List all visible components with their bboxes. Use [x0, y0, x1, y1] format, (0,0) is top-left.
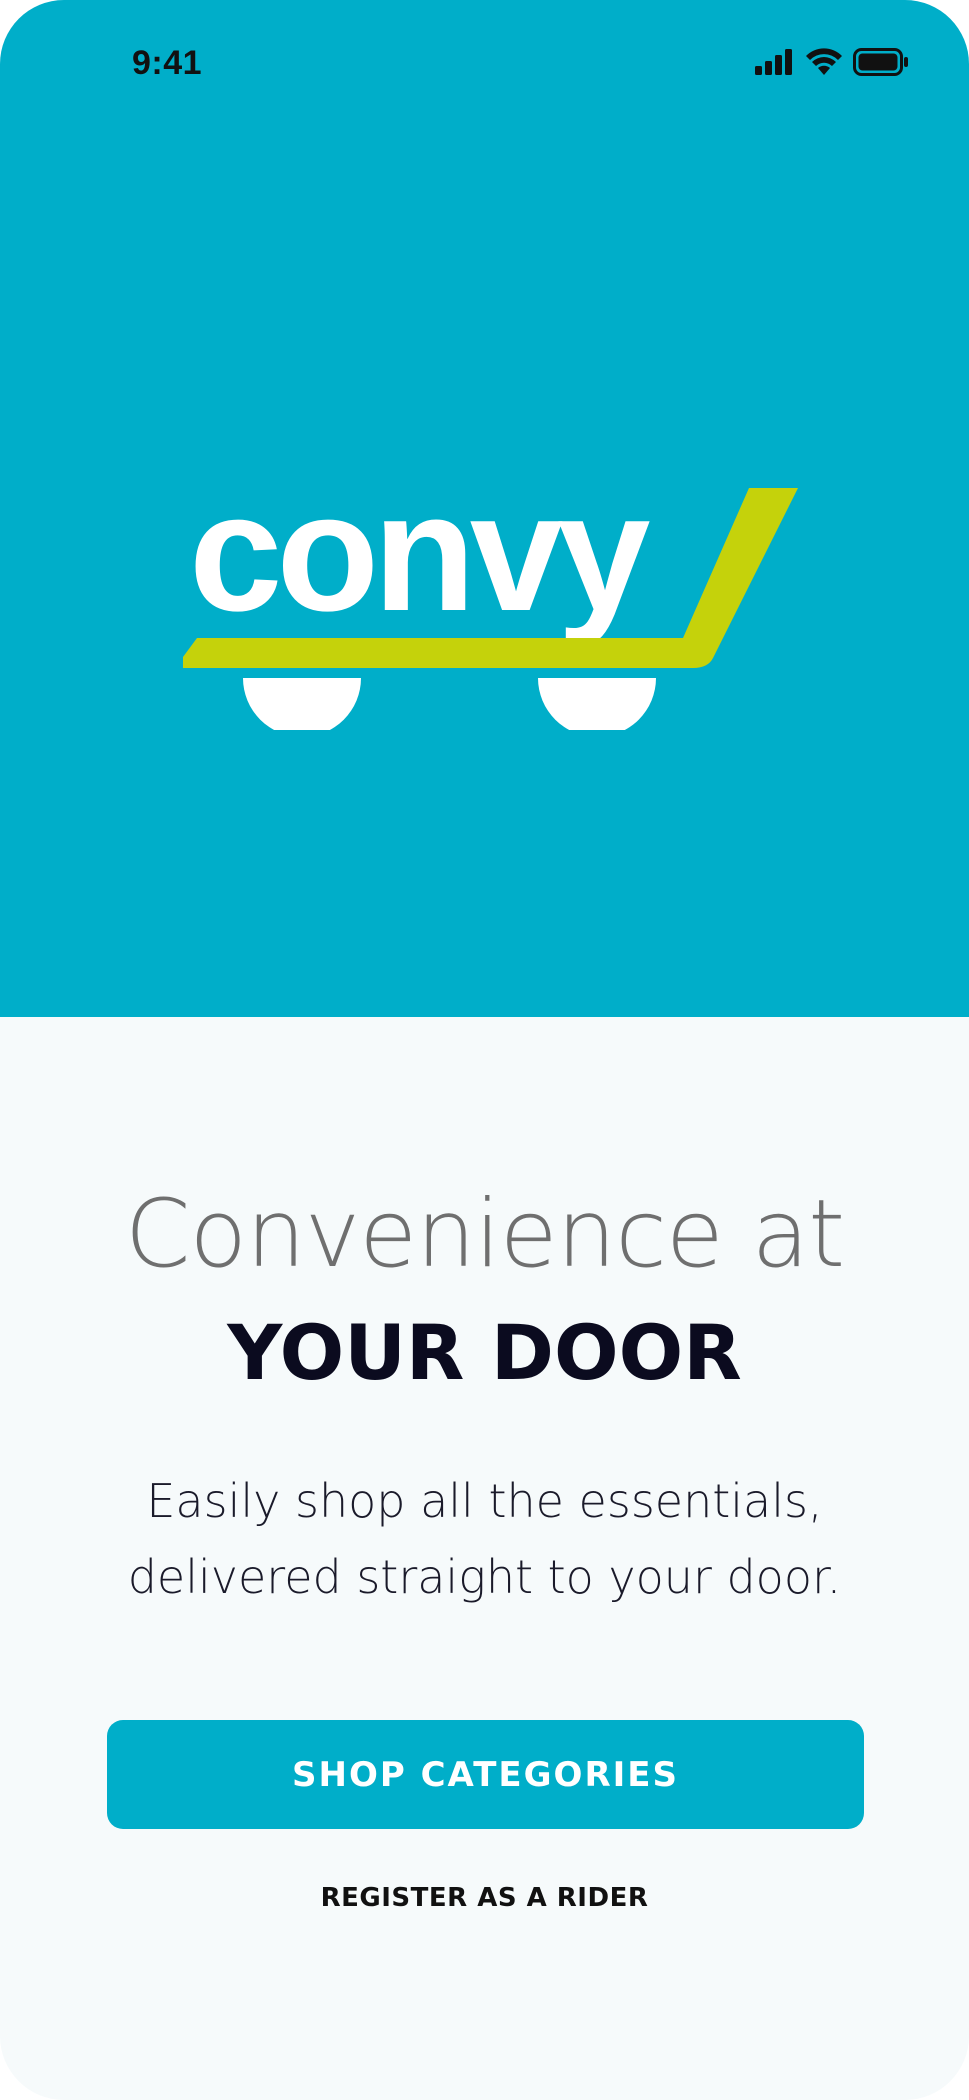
status-icons [755, 48, 909, 81]
headline: Convenience at [124, 1180, 845, 1289]
logo-wheel-right [538, 678, 656, 730]
hero-banner: 9:41 convy [0, 0, 969, 1017]
subtitle-line-2: delivered straight to your door. [127, 1550, 842, 1604]
register-rider-link[interactable]: REGISTER AS A RIDER [0, 1883, 969, 1913]
logo-wheel-left [243, 678, 361, 730]
app-screen: 9:41 convy Convenience at YOUR DOOR Easi… [0, 0, 969, 2100]
convy-logo: convy [183, 480, 798, 730]
subtitle-line-1: Easily shop all the essentials, [146, 1474, 823, 1528]
logo-wordmark: convy [189, 480, 650, 646]
cellular-signal-icon [755, 49, 795, 80]
shop-categories-button[interactable]: SHOP CATEGORIES [107, 1720, 864, 1829]
battery-icon [853, 48, 909, 81]
status-time: 9:41 [132, 44, 203, 82]
subtitle: Easily shop all the essentials, delivere… [0, 1463, 969, 1615]
headline-emphasis: YOUR DOOR [227, 1308, 742, 1397]
status-bar: 9:41 [0, 0, 969, 130]
wifi-icon [805, 48, 843, 81]
